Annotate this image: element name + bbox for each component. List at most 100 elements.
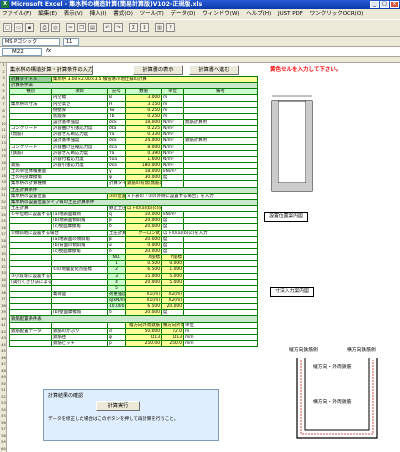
paste-icon[interactable]: ▤ bbox=[88, 23, 97, 32]
menu-data[interactable]: データ(D) bbox=[171, 11, 196, 17]
row-number: 31 bbox=[1, 258, 6, 262]
row-number: 4 bbox=[2, 82, 5, 87]
table-cell: 荷重強度 bbox=[107, 290, 126, 299]
row-number: 5 bbox=[2, 89, 5, 93]
row-number: 47 bbox=[1, 362, 6, 366]
cut-icon[interactable]: ✂ bbox=[66, 23, 75, 32]
menu-justpdf[interactable]: JUST PDF bbox=[278, 11, 303, 17]
table-cell[interactable]: ③の位置に設置 bbox=[107, 192, 126, 200]
menu-bar: ファイル(F) 編集(E) 表示(V) 挿入(I) 書式(O) ツール(T) デ… bbox=[0, 9, 400, 19]
view-report-button[interactable]: 計算書の表示 bbox=[133, 65, 183, 75]
row-number: 29 bbox=[1, 245, 6, 249]
copy-icon[interactable]: ❐ bbox=[77, 23, 86, 32]
font-size-select[interactable]: 11 bbox=[63, 38, 79, 46]
excel-icon: X bbox=[1, 1, 9, 8]
chart-icon[interactable]: ▥ bbox=[155, 23, 164, 32]
inner-h-label: 縦方向・外周鉄筋 bbox=[313, 365, 352, 370]
preview-icon[interactable]: ◎ bbox=[51, 23, 60, 32]
fx-label: fx bbox=[46, 48, 52, 54]
menu-ocr[interactable]: ワンクリックOCR(O) bbox=[310, 11, 364, 17]
row-number: 58 bbox=[1, 433, 6, 438]
formula-bar: M22 fx bbox=[0, 47, 400, 57]
save-icon[interactable]: ▪ bbox=[25, 23, 34, 32]
row-number: 46 bbox=[1, 355, 6, 360]
row-number: 53 bbox=[1, 401, 6, 405]
row-number: 13 bbox=[1, 141, 6, 145]
row-number: 27 bbox=[1, 232, 6, 236]
font-select[interactable]: MS Pゴシック bbox=[2, 38, 60, 46]
table-cell[interactable]: 以下の(a)(b)(c)(d)を入力 bbox=[125, 204, 162, 213]
calc-check-desc: データを修正した場合はこのボタンを押して再計算を行うこと。 bbox=[48, 417, 179, 422]
row-number: 48 bbox=[1, 368, 6, 373]
menu-file[interactable]: ファイル(F) bbox=[2, 11, 31, 17]
table-cell: q(kN/m²) bbox=[107, 297, 126, 305]
row-number: 51 bbox=[1, 388, 6, 392]
table-cell: 計算タイプ bbox=[107, 180, 126, 188]
row-number: 45 bbox=[1, 349, 6, 353]
table-cell[interactable]: 横方向外周鉄筋 bbox=[161, 321, 184, 329]
table-cell[interactable]: 縦方向外周鉄筋 bbox=[125, 321, 162, 329]
name-box[interactable]: M22 bbox=[2, 48, 42, 56]
menu-format[interactable]: 書式(O) bbox=[113, 11, 133, 17]
menu-insert[interactable]: 挿入(I) bbox=[90, 11, 107, 17]
row-number: 44 bbox=[1, 342, 6, 347]
minimize-button[interactable]: _ bbox=[370, 1, 379, 8]
row-number: 30 bbox=[1, 251, 6, 256]
table-cell[interactable]: 250.0 bbox=[161, 340, 184, 348]
menu-edit[interactable]: 編集(E) bbox=[38, 11, 57, 17]
maximize-button[interactable]: □ bbox=[380, 1, 389, 8]
row-number: 59 bbox=[1, 440, 6, 444]
menu-tools[interactable]: ツール(T) bbox=[140, 11, 164, 17]
table-cell: ③小段等に設置する場合 bbox=[9, 272, 52, 280]
row-number: 26 bbox=[1, 225, 6, 230]
sort-icon[interactable]: ↕ bbox=[140, 23, 149, 32]
row-number: 38 bbox=[1, 303, 6, 308]
table-cell: 静止土圧 bbox=[107, 204, 126, 213]
new-file-icon[interactable]: □ bbox=[3, 23, 12, 32]
worksheet: 集水桝の構造計算・計算条件の入力表 計算書の表示 計算書へ進む 黄色セルを入力し… bbox=[7, 63, 400, 452]
row-headers: 1 2 3 4 5 6 7 8 9 10 11 12 13 14 15 16 17 18 19 20 21 22 23 24 2… bbox=[0, 63, 7, 452]
menu-view[interactable]: 表示(V) bbox=[64, 11, 83, 17]
menu-window[interactable]: ウィンドウ(W) bbox=[202, 11, 239, 17]
row-number: 56 bbox=[1, 420, 6, 425]
undo-icon[interactable]: ↶ bbox=[103, 23, 112, 32]
run-calc-button[interactable]: 計算実行 bbox=[96, 401, 140, 411]
table-cell[interactable]: 250.00 bbox=[125, 340, 162, 348]
row-number: 36 bbox=[1, 290, 6, 295]
row-number: 6 bbox=[2, 95, 5, 100]
window-titlebar: X Microsoft Excel - 集水桝の構造計算(簡易計算版)V102-… bbox=[0, 0, 400, 9]
open-folder-icon[interactable]: ▭ bbox=[14, 23, 23, 32]
row-number: 55 bbox=[1, 414, 6, 418]
input-table: 計算タイトル 集水桝 3.00×2.00×3.5 積雪寒冷地仕様の計算 計算条件表種… bbox=[8, 75, 259, 348]
row-number: 15 bbox=[1, 154, 6, 158]
table-cell: p bbox=[107, 340, 126, 348]
row-number: 20 bbox=[1, 186, 6, 191]
redo-icon[interactable]: ↷ bbox=[114, 23, 123, 32]
row-number: 39 bbox=[1, 310, 6, 314]
table-cell: (試行くさび法による土圧) bbox=[9, 278, 52, 286]
row-number: 37 bbox=[1, 297, 6, 301]
row-number: 35 bbox=[1, 284, 6, 288]
menu-help[interactable]: ヘルプ(H) bbox=[246, 11, 271, 17]
sum-icon[interactable]: Σ bbox=[129, 23, 138, 32]
row-number: 2 bbox=[2, 69, 5, 74]
row-number: 42 bbox=[1, 329, 6, 334]
help-icon[interactable]: ? bbox=[166, 23, 175, 32]
section-diagram bbox=[271, 95, 313, 192]
table-cell: 鉄筋ピッチ bbox=[51, 340, 108, 348]
print-icon[interactable]: ⎙ bbox=[40, 23, 49, 32]
table-cell: 土圧計算 bbox=[107, 229, 126, 237]
rebar-right-label: 横方向鉄筋側 bbox=[347, 348, 376, 353]
input-table-button[interactable]: 集水桝の構造計算・計算条件の入力表 bbox=[9, 65, 93, 75]
next-report-button[interactable]: 計算書へ進む bbox=[189, 65, 239, 75]
row-number: 25 bbox=[1, 219, 6, 223]
calc-check-title: 計算結果の確認 bbox=[48, 393, 84, 399]
table-cell: 10.000 bbox=[107, 303, 126, 311]
row-number: 7 bbox=[2, 102, 5, 106]
row-number: 17 bbox=[1, 167, 6, 171]
close-button[interactable]: × bbox=[390, 1, 399, 8]
row-number: 33 bbox=[1, 271, 6, 275]
row-number: 14 bbox=[1, 147, 6, 152]
rebar-diagram bbox=[296, 358, 378, 439]
table-cell[interactable]: 鉄筋の有無(無筋or鉄筋) bbox=[125, 180, 162, 188]
